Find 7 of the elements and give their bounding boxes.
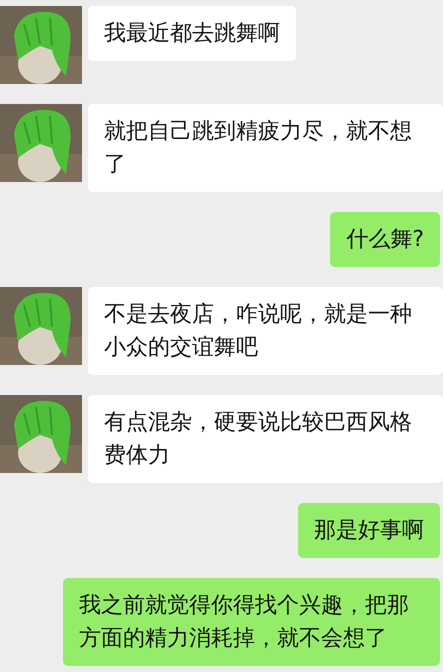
- message-bubble: 什么舞?: [330, 212, 440, 267]
- message-bubble: 我之前就觉得你得找个兴趣，把那方面的精力消耗掉，就不会想了: [63, 578, 440, 666]
- message-bubble: 就把自己跳到精疲力尽，就不想了: [88, 104, 443, 192]
- message-bubble: 那是好事啊: [298, 503, 440, 558]
- message-bubble: 不是去夜店，咋说呢，就是一种小众的交谊舞吧: [88, 287, 443, 375]
- message-bubble: 有点混杂，硬要说比较巴西风格费体力: [88, 395, 443, 483]
- message-bubble: 我最近都去跳舞啊: [88, 6, 296, 61]
